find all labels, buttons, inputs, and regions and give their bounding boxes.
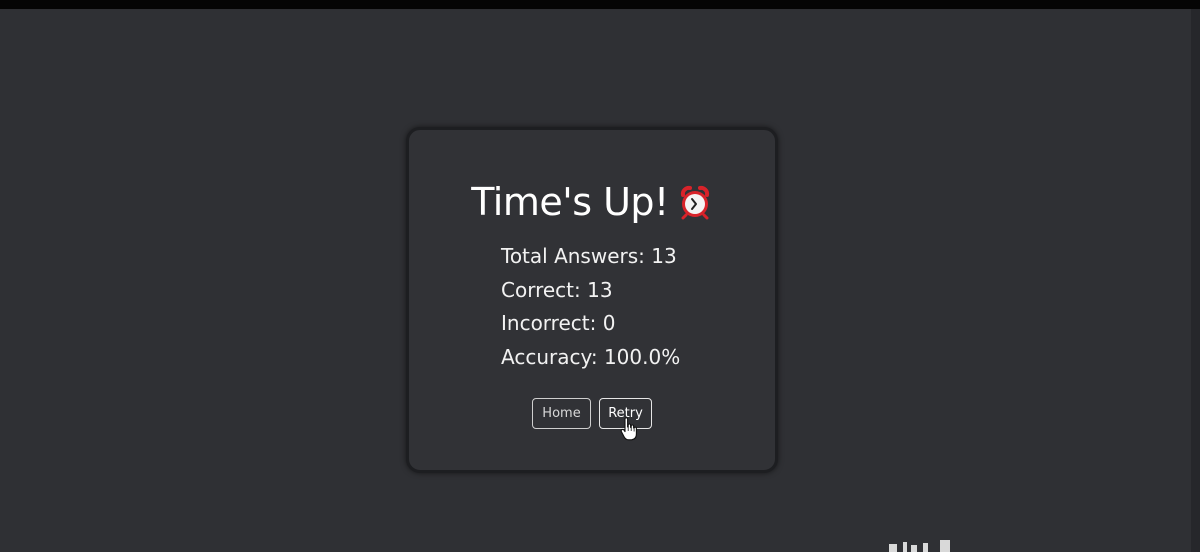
title-text: Time's Up! [471,180,669,224]
partial-text-fragment [889,540,950,552]
stat-incorrect: Incorrect: 0 [501,311,616,335]
button-row: Home Retry [409,398,775,429]
stat-accuracy: Accuracy: 100.0% [501,344,681,369]
results-title: Time's Up! [409,180,775,224]
alarm-clock-icon [680,185,709,220]
stat-total-answers: Total Answers: 13 [501,244,677,268]
home-button[interactable]: Home [532,398,591,429]
stats-list: Total Answers: 13 Correct: 13 Incorrect:… [501,240,680,374]
results-card: Time's Up! Total Answers: 13 Correct: 13… [406,127,778,473]
top-bar [0,0,1200,9]
hand-cursor-icon [620,417,637,441]
stat-correct: Correct: 13 [501,277,613,302]
right-edge [1191,9,1200,552]
